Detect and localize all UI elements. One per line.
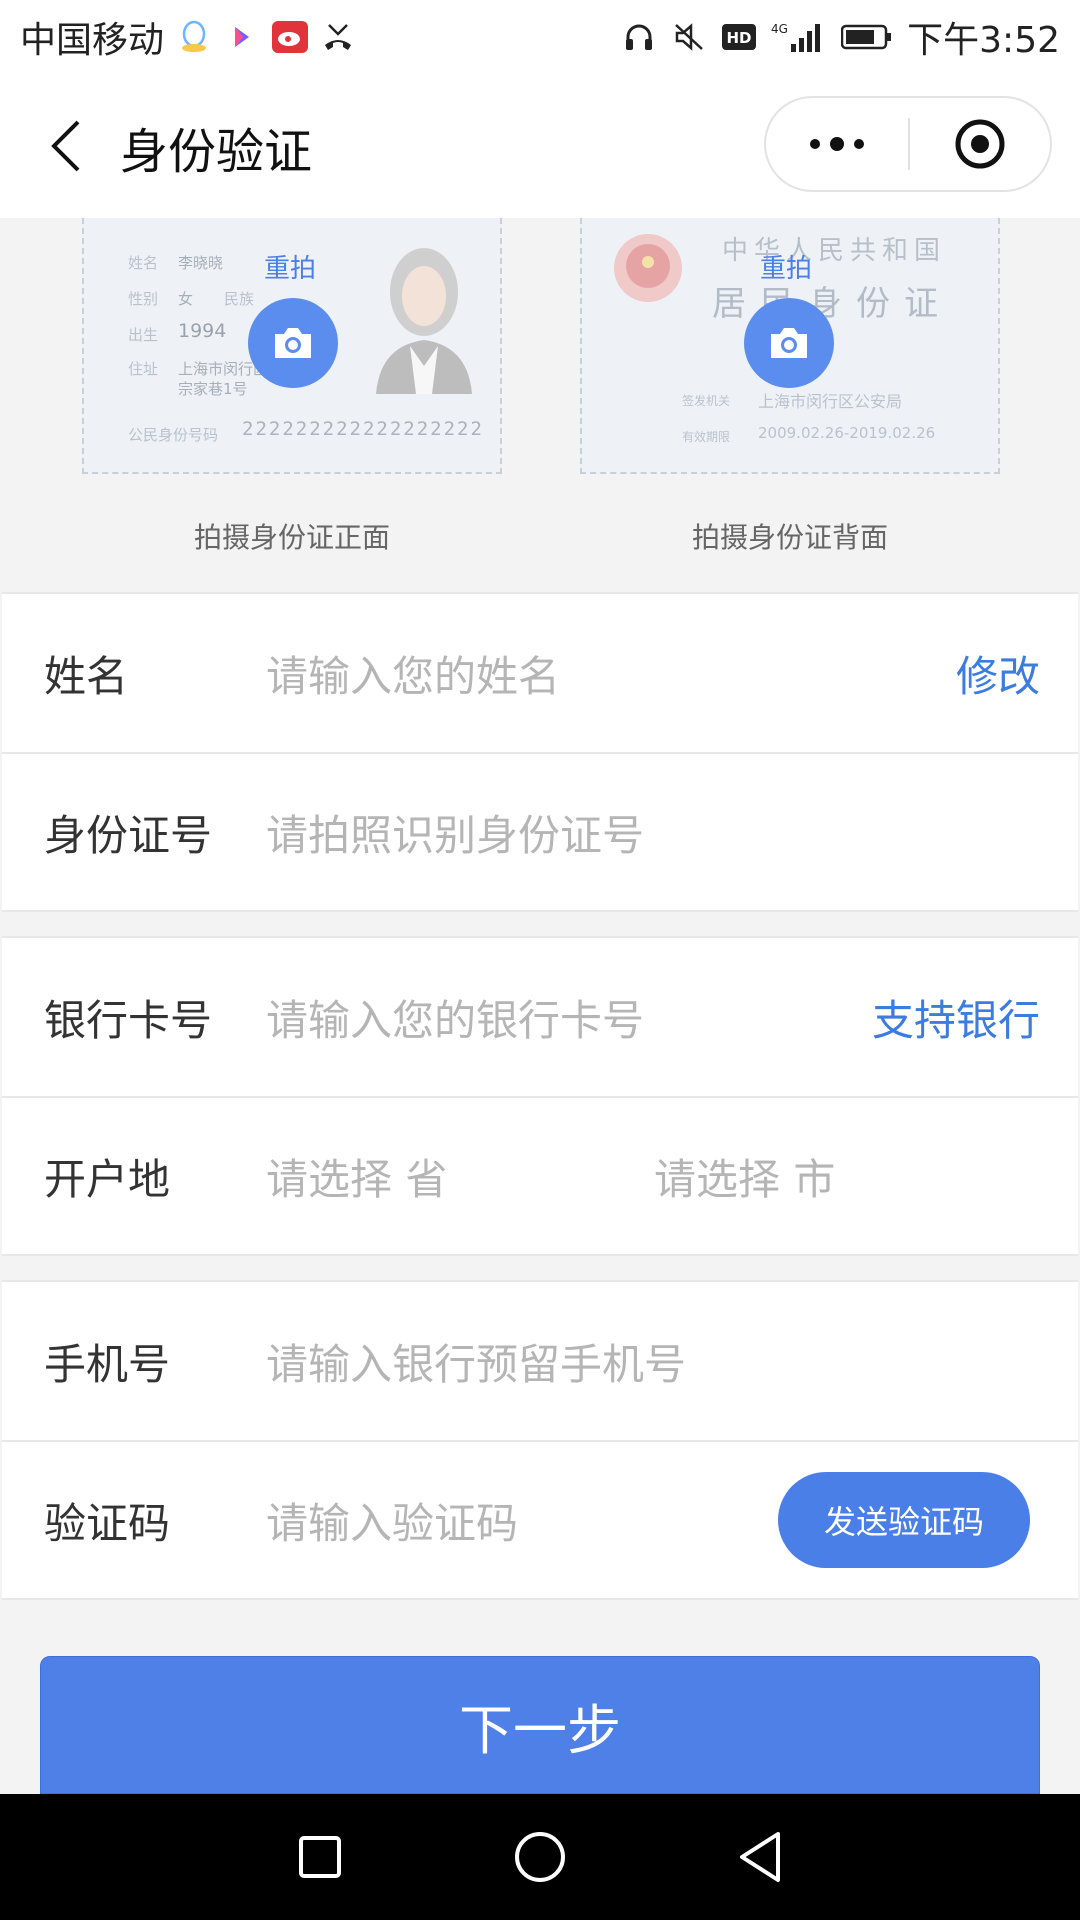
qq-icon xyxy=(176,19,212,55)
id-number-row: 身份证号 请拍照识别身份证号 xyxy=(2,752,1078,910)
city-select[interactable]: 请选择 市 xyxy=(654,1146,835,1207)
front-id-number: 222222222222222222 xyxy=(242,418,484,440)
edit-name-link[interactable]: 修改 xyxy=(956,643,1040,704)
front-name-label: 姓名 xyxy=(128,254,159,272)
hd-icon: HD xyxy=(721,19,757,55)
system-nav-bar xyxy=(0,1794,1080,1920)
battery-icon xyxy=(841,19,893,55)
national-emblem-icon xyxy=(614,234,682,302)
front-birth-value: 1994 xyxy=(178,320,227,342)
verification-code-row: 验证码 请输入验证码 发送验证码 xyxy=(2,1440,1078,1598)
bank-card-label: 银行卡号 xyxy=(44,995,213,1045)
target-circle-icon[interactable] xyxy=(910,98,1050,190)
mini-program-capsule xyxy=(764,96,1052,192)
more-dots-icon[interactable] xyxy=(766,98,908,190)
camera-icon[interactable] xyxy=(744,298,834,388)
video-app-icon xyxy=(224,19,260,55)
mute-icon xyxy=(671,19,707,55)
front-sex-value: 女 xyxy=(178,290,194,308)
front-sex-label: 性别 xyxy=(128,290,159,308)
carrier-label: 中国移动 xyxy=(20,20,165,61)
next-step-button[interactable]: 下一步 xyxy=(40,1656,1040,1794)
missed-call-icon xyxy=(320,19,356,55)
name-row: 姓名 请输入您的姓名 修改 xyxy=(2,594,1078,752)
front-id-label: 公民身份号码 xyxy=(128,426,219,444)
id-number-input[interactable]: 请拍照识别身份证号 xyxy=(266,802,644,863)
back-retake-label[interactable]: 重拍 xyxy=(760,248,812,285)
back-validity-label: 有效期限 xyxy=(682,430,731,444)
signal-icon: 4G xyxy=(771,19,827,55)
status-bar: 中国移动 HD 4G 下午3:52 xyxy=(0,0,1080,74)
province-select[interactable]: 请选择 省 xyxy=(266,1146,447,1207)
back-caption: 拍摄身份证背面 xyxy=(691,521,888,554)
account-location-label: 开户地 xyxy=(44,1154,171,1204)
front-address-label: 住址 xyxy=(128,360,159,378)
back-validity-value: 2009.02.26-2019.02.26 xyxy=(758,424,936,442)
network-label: 4G xyxy=(771,22,788,36)
id-card-front-photo[interactable]: 姓名 李晓晓 性别 女 民族 出生 1994 住址 上海市闵行区 宗家巷1号 公… xyxy=(82,218,502,474)
back-authority-label: 签发机关 xyxy=(682,394,731,408)
recent-apps-icon[interactable] xyxy=(290,1827,350,1887)
name-label: 姓名 xyxy=(44,651,129,701)
phone-input[interactable]: 请输入银行预留手机号 xyxy=(266,1331,686,1392)
bank-form-group: 银行卡号 请输入您的银行卡号 支持银行 开户地 请选择 省 请选择 市 xyxy=(2,936,1078,1256)
front-address-line2: 宗家巷1号 xyxy=(178,380,248,398)
clock: 下午3:52 xyxy=(907,20,1060,61)
id-number-label: 身份证号 xyxy=(44,810,213,860)
phone-row: 手机号 请输入银行预留手机号 xyxy=(2,1282,1078,1440)
phone-label: 手机号 xyxy=(44,1339,171,1389)
name-input[interactable]: 请输入您的姓名 xyxy=(266,643,560,704)
back-card-title: 居民身份证 xyxy=(712,284,952,324)
front-caption: 拍摄身份证正面 xyxy=(193,521,390,554)
verification-code-label: 验证码 xyxy=(44,1498,171,1548)
phone-form-group: 手机号 请输入银行预留手机号 验证码 请输入验证码 发送验证码 xyxy=(2,1280,1078,1600)
camera-icon[interactable] xyxy=(248,298,338,388)
identity-form-group: 姓名 请输入您的姓名 修改 身份证号 请拍照识别身份证号 xyxy=(2,592,1078,912)
account-location-row: 开户地 请选择 省 请选择 市 xyxy=(2,1096,1078,1254)
id-card-back-photo[interactable]: 中华人民共和国 居民身份证 签发机关 上海市闵行区公安局 有效期限 2009.0… xyxy=(580,218,1000,474)
verification-code-input[interactable]: 请输入验证码 xyxy=(266,1490,518,1551)
home-icon[interactable] xyxy=(510,1827,570,1887)
svg-text:HD: HD xyxy=(727,29,752,47)
front-birth-label: 出生 xyxy=(128,326,159,344)
send-code-button[interactable]: 发送验证码 xyxy=(778,1472,1030,1568)
supported-banks-link[interactable]: 支持银行 xyxy=(872,987,1040,1048)
bank-card-row: 银行卡号 请输入您的银行卡号 支持银行 xyxy=(2,938,1078,1096)
page-title: 身份验证 xyxy=(120,124,313,180)
portrait-photo xyxy=(376,248,472,394)
front-retake-label[interactable]: 重拍 xyxy=(264,248,316,285)
back-triangle-icon[interactable] xyxy=(730,1827,790,1887)
id-card-capture-area: 姓名 李晓晓 性别 女 民族 出生 1994 住址 上海市闵行区 宗家巷1号 公… xyxy=(0,218,1080,590)
back-country: 中华人民共和国 xyxy=(722,236,947,266)
chevron-left-icon[interactable] xyxy=(36,114,96,178)
weibo-icon xyxy=(272,19,309,55)
back-authority-value: 上海市闵行区公安局 xyxy=(758,392,903,411)
nav-bar: 身份验证 xyxy=(0,74,1080,218)
bank-card-input[interactable]: 请输入您的银行卡号 xyxy=(266,987,644,1048)
front-name-value: 李晓晓 xyxy=(178,254,224,272)
headphones-icon xyxy=(621,19,657,55)
front-ethnic-label: 民族 xyxy=(224,290,255,308)
